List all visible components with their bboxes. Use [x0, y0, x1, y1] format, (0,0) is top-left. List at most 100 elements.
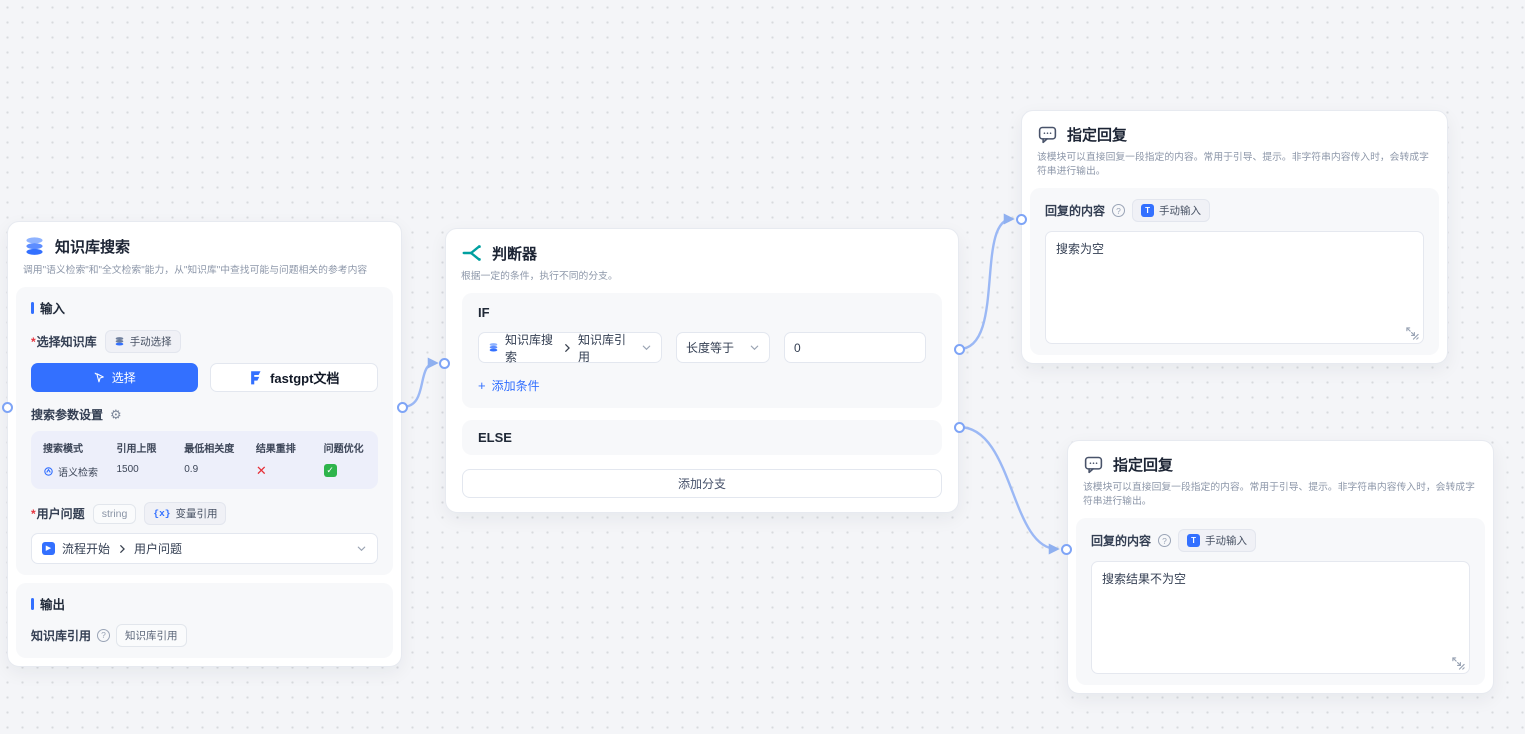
reply-text-input[interactable]: 搜索为空: [1045, 231, 1424, 344]
database-small-icon: [488, 342, 499, 353]
manual-input-badge[interactable]: T 手动输入: [1178, 529, 1256, 552]
variable-icon: {x}: [153, 508, 170, 519]
chat-bubble-icon: [1037, 124, 1058, 145]
resize-handle-icon[interactable]: [1451, 656, 1466, 671]
reply-bottom-header: 指定回复: [1068, 441, 1493, 478]
node-description: 该模块可以直接回复一段指定的内容。常用于引导、提示。非字符串内容传入时，会转成字…: [1068, 478, 1493, 518]
condition-source-select[interactable]: 知识库搜索 知识库引用: [478, 332, 662, 363]
col-header-rerank: 结果重排: [256, 440, 324, 455]
chat-bubble-icon: [1083, 454, 1104, 475]
reply-bottom-panel: 回复的内容 ? T 手动输入 搜索结果不为空: [1076, 518, 1485, 685]
col-header-quote-limit: 引用上限: [116, 440, 184, 455]
table-row: 语义检索 1500 0.9 ✕ ✓: [43, 464, 366, 479]
edge-if-to-reply-top: [959, 219, 1012, 349]
node-classifier[interactable]: 判断器 根据一定的条件，执行不同的分支。 IF 知识库搜索: [445, 228, 959, 513]
handle-if-source[interactable]: [954, 344, 965, 355]
reply-text-input[interactable]: 搜索结果不为空: [1091, 561, 1470, 674]
edge-search-to-classifier: [402, 363, 436, 407]
node-reply-bottom[interactable]: 指定回复 该模块可以直接回复一段指定的内容。常用于引导、提示。非字符串内容传入时…: [1067, 440, 1494, 694]
help-icon[interactable]: ?: [97, 629, 110, 642]
plus-icon: +: [478, 379, 486, 392]
user-question-label: *用户问题: [31, 505, 85, 522]
output-name: 知识库引用: [31, 627, 91, 644]
else-label: ELSE: [478, 430, 926, 445]
user-question-field: 用户问题: [134, 540, 182, 557]
col-header-search-mode: 搜索模式: [43, 440, 116, 455]
flow-start-icon: ▶: [42, 542, 55, 555]
semantic-search-icon: [43, 466, 54, 477]
handle-reply-bottom-target[interactable]: [1061, 544, 1072, 555]
node-title: 知识库搜索: [55, 236, 130, 257]
condition-source-node: 知识库搜索: [505, 331, 556, 365]
handle-dataset-search-source[interactable]: [397, 402, 408, 413]
select-dataset-label: *选择知识库: [31, 333, 97, 350]
select-dataset-button[interactable]: 选择: [31, 363, 198, 392]
if-block: IF 知识库搜索 知识库引用: [462, 293, 942, 408]
condition-value: 0: [794, 341, 801, 355]
edge-else-to-reply-bottom: [959, 427, 1057, 549]
add-branch-button[interactable]: 添加分支: [462, 469, 942, 498]
min-relevance-value: 0.9: [184, 464, 256, 479]
dataset-search-input-panel: 输入 *选择知识库 手动选择: [16, 287, 393, 575]
node-reply-top[interactable]: 指定回复 该模块可以直接回复一段指定的内容。常用于引导、提示。非字符串内容传入时…: [1021, 110, 1448, 364]
chevron-down-icon: [749, 342, 760, 353]
condition-operator: 长度等于: [686, 339, 734, 356]
handle-dataset-search-target[interactable]: [2, 402, 13, 413]
output-section-label: 输出: [31, 594, 378, 613]
chevron-right-icon: [562, 343, 572, 353]
manual-select-badge[interactable]: 手动选择: [105, 330, 181, 353]
handle-reply-top-target[interactable]: [1016, 214, 1027, 225]
node-dataset-search[interactable]: 知识库搜索 调用"语义检索"和"全文检索"能力，从"知识库"中查找可能与问题相关…: [7, 221, 402, 667]
node-title: 判断器: [492, 243, 537, 264]
handle-classifier-target[interactable]: [439, 358, 450, 369]
workflow-canvas[interactable]: 知识库搜索 调用"语义检索"和"全文检索"能力，从"知识库"中查找可能与问题相关…: [0, 0, 1525, 734]
input-section-label: 输入: [31, 298, 378, 317]
reply-top-header: 指定回复: [1022, 111, 1447, 148]
chevron-down-icon: [641, 342, 652, 353]
manual-input-icon: T: [1187, 534, 1200, 547]
dataset-card-fastgpt[interactable]: fastgpt文档: [210, 363, 379, 392]
section-bar: [31, 598, 34, 610]
section-bar: [31, 302, 34, 314]
node-description: 根据一定的条件，执行不同的分支。: [446, 267, 958, 293]
search-mode-value: 语义检索: [58, 464, 98, 479]
add-condition-button[interactable]: + 添加条件: [478, 377, 926, 394]
reply-content-label: 回复的内容: [1045, 202, 1105, 219]
cursor-click-icon: [93, 371, 106, 384]
question-opt-enabled-icon: ✓: [324, 464, 337, 477]
col-header-min-relevance: 最低相关度: [184, 440, 256, 455]
condition-operator-select[interactable]: 长度等于: [676, 332, 770, 363]
node-description: 调用"语义检索"和"全文检索"能力，从"知识库"中查找可能与问题相关的参考内容: [8, 261, 401, 287]
search-params-table: 搜索模式 引用上限 最低相关度 结果重排 问题优化 语义检索: [31, 431, 378, 489]
handle-else-source[interactable]: [954, 422, 965, 433]
reply-content-label: 回复的内容: [1091, 532, 1151, 549]
help-icon[interactable]: ?: [1158, 534, 1171, 547]
quote-limit-value: 1500: [116, 464, 184, 479]
manual-input-badge[interactable]: T 手动输入: [1132, 199, 1210, 222]
reply-top-panel: 回复的内容 ? T 手动输入 搜索为空: [1030, 188, 1439, 355]
user-question-select[interactable]: ▶ 流程开始 用户问题: [31, 533, 378, 564]
reply-text: 搜索结果不为空: [1102, 572, 1186, 586]
database-icon: [23, 235, 46, 258]
reply-text: 搜索为空: [1056, 242, 1104, 256]
condition-value-input[interactable]: 0: [784, 332, 926, 363]
col-header-question-opt: 问题优化: [324, 440, 366, 455]
database-small-icon: [114, 336, 125, 347]
resize-handle-icon[interactable]: [1405, 326, 1420, 341]
node-description: 该模块可以直接回复一段指定的内容。常用于引导、提示。非字符串内容传入时，会转成字…: [1022, 148, 1447, 188]
search-params-label: 搜索参数设置 ⚙: [31, 406, 378, 423]
user-question-source: 流程开始: [62, 540, 110, 557]
manual-input-icon: T: [1141, 204, 1154, 217]
variable-reference-badge[interactable]: {x} 变量引用: [144, 502, 226, 525]
output-value-badge: 知识库引用: [116, 624, 187, 647]
dataset-search-header: 知识库搜索: [8, 222, 401, 261]
else-block: ELSE: [462, 420, 942, 455]
node-title: 指定回复: [1113, 454, 1173, 475]
gear-icon[interactable]: ⚙: [110, 408, 122, 421]
help-icon[interactable]: ?: [1112, 204, 1125, 217]
fastgpt-logo-icon: [248, 370, 263, 385]
chevron-down-icon: [356, 543, 367, 554]
node-title: 指定回复: [1067, 124, 1127, 145]
branch-icon: [461, 242, 483, 264]
condition-source-output: 知识库引用: [578, 331, 629, 365]
